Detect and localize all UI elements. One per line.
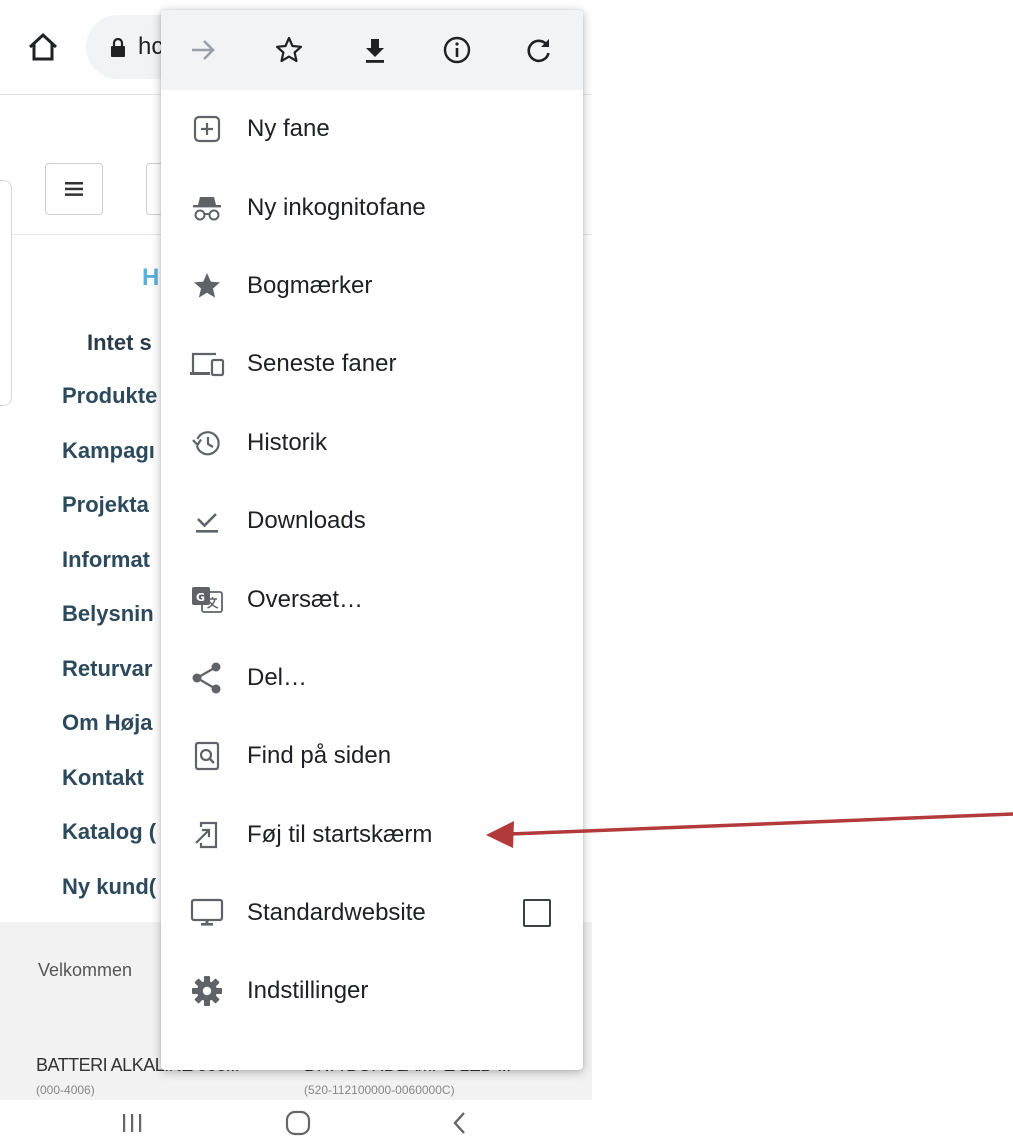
- menu-item-label: Downloads: [247, 507, 366, 535]
- menu-item-label: Seneste faner: [247, 350, 397, 378]
- devices-icon: [190, 353, 225, 377]
- recent-apps-button[interactable]: [112, 1106, 152, 1140]
- nav-link-new-customer[interactable]: Ny kund(: [62, 871, 157, 926]
- browser-overflow-menu: Ny fane Ny inkognitofane Bogmærker Senes…: [161, 10, 583, 1070]
- menu-item-label: Oversæt…: [247, 585, 364, 613]
- home-icon: [28, 32, 58, 61]
- home-button[interactable]: [26, 30, 60, 64]
- recent-apps-icon: [123, 1114, 142, 1132]
- menu-item-label: Del…: [247, 663, 308, 691]
- refresh-button[interactable]: [519, 30, 559, 70]
- menu-item-settings[interactable]: Indstillinger: [161, 952, 583, 1030]
- hamburger-icon: [65, 182, 83, 196]
- incognito-icon: [193, 196, 221, 221]
- share-icon: [192, 662, 221, 694]
- menu-item-label: Historik: [247, 428, 328, 456]
- welcome-text: Velkommen: [38, 960, 133, 980]
- page-info-button[interactable]: [437, 30, 477, 70]
- menu-item-new-tab[interactable]: Ny fane: [161, 90, 583, 168]
- product-sku: (000-4006): [36, 1083, 95, 1097]
- download-icon: [366, 39, 384, 63]
- settings-gear-icon: [192, 976, 222, 1007]
- menu-item-history[interactable]: Historik: [161, 404, 583, 482]
- menu-icon-bar: [161, 10, 583, 90]
- star-icon: [194, 272, 220, 298]
- forward-button[interactable]: [183, 30, 223, 70]
- menu-item-label: Standardwebsite: [247, 899, 426, 927]
- bookmark-star-icon: [275, 36, 303, 63]
- menu-item-label: Bogmærker: [247, 271, 373, 299]
- desktop-site-checkbox[interactable]: [523, 899, 551, 928]
- downloads-icon: [196, 513, 218, 533]
- nav-link-lighting[interactable]: Belysnin: [62, 598, 157, 653]
- menu-item-label: Ny fane: [247, 115, 330, 143]
- side-panel: [0, 180, 12, 406]
- nav-link-returns[interactable]: Returvar: [62, 653, 157, 708]
- site-greeting: H: [142, 264, 160, 291]
- menu-item-bookmarks[interactable]: Bogmærker: [161, 247, 583, 325]
- add-to-home-icon: [195, 821, 218, 848]
- bookmark-button[interactable]: [269, 30, 309, 70]
- system-back-button[interactable]: [440, 1106, 480, 1140]
- cart-status: Intet s: [87, 330, 152, 355]
- svg-text:G: G: [196, 591, 205, 604]
- menu-item-recent-tabs[interactable]: Seneste faner: [161, 325, 583, 403]
- translate-icon: G: [192, 586, 223, 613]
- menu-item-label: Indstillinger: [247, 977, 369, 1005]
- back-chevron-icon: [453, 1112, 465, 1134]
- nav-link-information[interactable]: Informat: [62, 544, 157, 599]
- system-home-button[interactable]: [278, 1106, 318, 1140]
- history-icon: [192, 430, 220, 456]
- nav-link-projects[interactable]: Projekta: [62, 489, 157, 544]
- download-page-button[interactable]: [355, 30, 395, 70]
- menu-item-share[interactable]: Del…: [161, 639, 583, 717]
- refresh-icon: [527, 39, 550, 63]
- new-tab-icon: [193, 116, 221, 143]
- menu-item-desktop-site[interactable]: Standardwebsite: [161, 874, 583, 952]
- nav-link-about[interactable]: Om Høja: [62, 707, 157, 762]
- menu-item-translate[interactable]: G Oversæt…: [161, 560, 583, 638]
- menu-item-new-incognito-tab[interactable]: Ny inkognitofane: [161, 168, 583, 246]
- menu-item-label: Ny inkognitofane: [247, 193, 426, 221]
- system-nav-bar: [0, 1100, 592, 1145]
- menu-item-label: Føj til startskærm: [247, 820, 433, 848]
- find-in-page-icon: [194, 742, 220, 771]
- product-sku: (520-112100000-0060000C): [304, 1083, 455, 1097]
- menu-list: Ny fane Ny inkognitofane Bogmærker Senes…: [161, 90, 583, 1031]
- url-text: hc: [138, 33, 164, 60]
- forward-icon: [192, 40, 215, 60]
- menu-item-add-to-home-screen[interactable]: Føj til startskærm: [161, 796, 583, 874]
- nav-link-products[interactable]: Produkte: [62, 380, 157, 435]
- site-menu-button[interactable]: [45, 163, 103, 215]
- nav-link-campaigns[interactable]: Kampagı: [62, 435, 157, 490]
- menu-item-label: Find på siden: [247, 742, 392, 770]
- nav-link-catalog[interactable]: Katalog (: [62, 816, 157, 871]
- menu-item-downloads[interactable]: Downloads: [161, 482, 583, 560]
- menu-item-find-in-page[interactable]: Find på siden: [161, 717, 583, 795]
- lock-icon: [111, 38, 125, 57]
- site-navigation: Produkte Kampagı Projekta Informat Belys…: [62, 380, 157, 925]
- desktop-icon: [190, 898, 224, 926]
- info-icon: [443, 36, 471, 64]
- nav-link-contact[interactable]: Kontakt: [62, 762, 157, 817]
- home-circle-icon: [285, 1110, 311, 1136]
